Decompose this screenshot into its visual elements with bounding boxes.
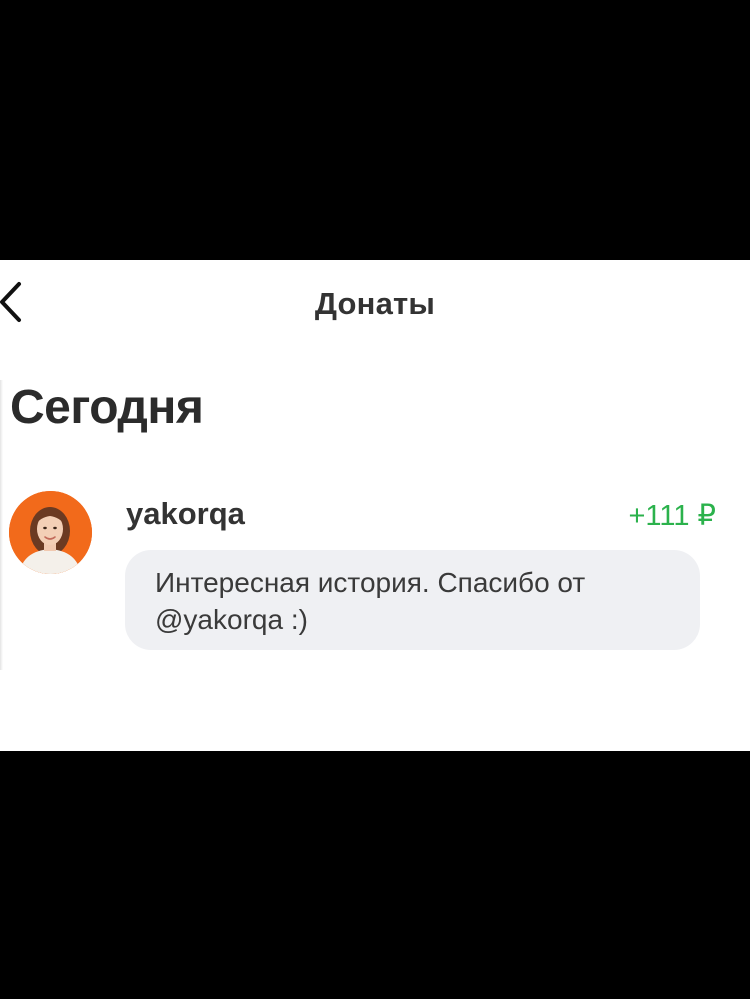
donation-amount: +111 ₽ [628, 500, 716, 532]
donation-message: Интересная история. Спасибо от @yakorqa … [125, 550, 700, 650]
page-title: Донаты [314, 286, 436, 321]
nav-bar: Донаты [0, 260, 750, 350]
avatar[interactable] [9, 491, 92, 574]
donations-screen: Донаты Сегодня yakorqa +111 ₽ Интересная… [0, 260, 750, 751]
donor-username[interactable]: yakorqa [126, 496, 245, 532]
donation-item[interactable]: yakorqa +111 ₽ Интересная история. Спаси… [0, 488, 750, 653]
section-header-today: Сегодня [10, 381, 204, 434]
